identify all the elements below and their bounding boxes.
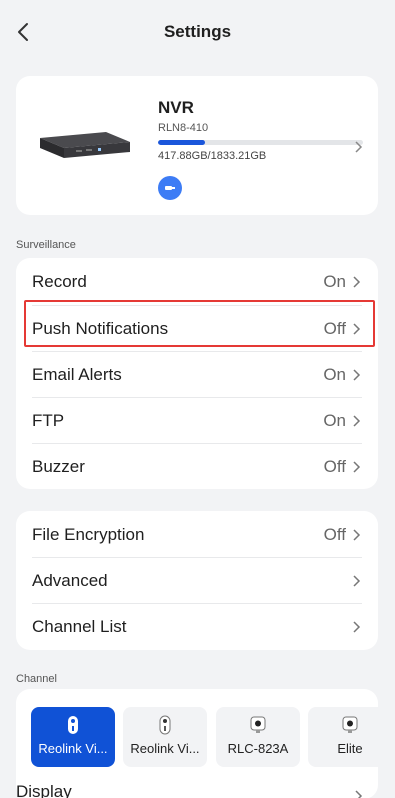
channel-tile[interactable]: Elite [308, 707, 378, 767]
usb-button[interactable] [158, 176, 182, 200]
camera-icon [342, 716, 358, 733]
nvr-device-image [40, 132, 130, 158]
row-label: File Encryption [32, 525, 145, 544]
usb-icon [165, 186, 175, 190]
row-email-alerts[interactable]: Email Alerts On [32, 352, 362, 398]
row-value: Off [323, 457, 346, 476]
chevron-right-icon [353, 529, 361, 541]
row-value: On [323, 411, 346, 430]
storage-bar-fill [158, 140, 205, 145]
device-model: RLN8-410 [158, 122, 209, 134]
channel-name: RLC-823A [227, 741, 289, 756]
row-display[interactable]: Display [16, 782, 72, 798]
channel-tile[interactable]: Reolink Vi... [123, 707, 207, 767]
chevron-right-icon [355, 141, 363, 153]
row-value: Off [323, 525, 346, 544]
row-file-encryption[interactable]: File Encryption Off [32, 512, 362, 558]
camera-icon [250, 716, 266, 733]
surveillance-card: Record On Push Notifications Off Email A… [16, 258, 378, 489]
section-label-surveillance: Surveillance [16, 239, 76, 251]
doorbell-camera-icon [68, 716, 78, 734]
system-card: File Encryption Off Advanced Channel Lis… [16, 511, 378, 650]
row-record[interactable]: Record On [32, 259, 362, 305]
chevron-right-icon [353, 575, 361, 587]
row-ftp[interactable]: FTP On [32, 398, 362, 444]
channel-tile[interactable]: Reolink Vi... [31, 707, 115, 767]
channel-name: Elite [337, 741, 363, 756]
row-label: Record [32, 272, 87, 291]
row-channel-list[interactable]: Channel List [32, 604, 362, 650]
row-label: Buzzer [32, 457, 85, 476]
chevron-right-icon [355, 790, 363, 798]
row-label: Channel List [32, 617, 127, 636]
row-value: On [323, 272, 346, 291]
chevron-right-icon [353, 276, 361, 288]
row-label: FTP [32, 411, 65, 430]
channel-tile[interactable]: RLC-823A [216, 707, 300, 767]
highlight-box [24, 300, 375, 347]
row-advanced[interactable]: Advanced [32, 558, 362, 604]
channel-name: Reolink Vi... [130, 741, 200, 756]
page-title: Settings [163, 22, 232, 41]
row-value: On [323, 365, 346, 384]
doorbell-camera-icon [159, 715, 171, 735]
chevron-right-icon [353, 621, 361, 633]
chevron-right-icon [353, 415, 361, 427]
chevron-right-icon [353, 461, 361, 473]
section-label-channel: Channel [16, 673, 57, 685]
storage-bar [158, 140, 363, 145]
header: Settings [0, 0, 395, 64]
device-card[interactable]: NVR RLN8-410 417.88GB/1833.21GB [16, 76, 378, 215]
row-buzzer[interactable]: Buzzer Off [32, 444, 362, 490]
row-label: Email Alerts [32, 365, 122, 384]
chevron-right-icon [353, 369, 361, 381]
storage-text: 417.88GB/1833.21GB [158, 150, 267, 162]
device-name: NVR [158, 98, 194, 117]
channel-name: Reolink Vi... [38, 741, 108, 756]
row-label: Advanced [32, 571, 108, 590]
